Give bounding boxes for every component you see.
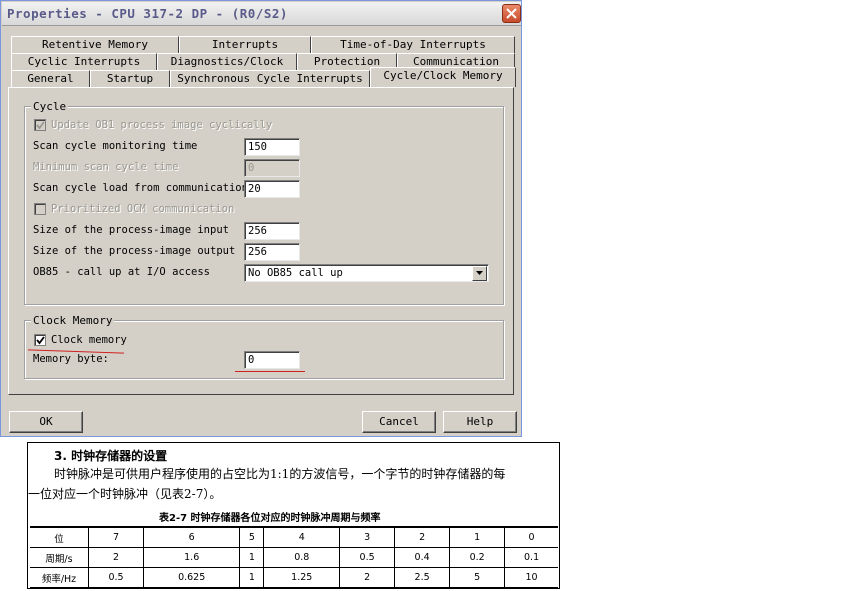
clock-memory-label: Clock memory — [51, 334, 127, 346]
ob85-select-value: No OB85 call up — [248, 267, 343, 279]
dropdown-arrow-button[interactable] — [472, 266, 487, 281]
tab-cycle-clock-memory[interactable]: Cycle/Clock Memory — [370, 67, 516, 87]
tab-panel-cycle-clock-memory: Cycle Update OB1 process image cyclicall… — [8, 87, 514, 395]
scan-monitoring-input[interactable]: 150 — [244, 138, 300, 156]
scan-load-label: Scan cycle load from communication — [33, 182, 248, 194]
table-cell: 5 — [449, 567, 506, 588]
table-cell: 0.5 — [339, 547, 396, 568]
pi-output-label: Size of the process-image output — [33, 245, 236, 257]
tab-diagnostics-clock[interactable]: Diagnostics/Clock — [157, 53, 297, 70]
table-header-cell: 0 — [504, 527, 558, 548]
properties-dialog: Properties - CPU 317-2 DP - (R0/S2) Rete… — [0, 0, 522, 437]
table-cell: 2 — [87, 547, 145, 568]
tab-interrupts[interactable]: Interrupts — [179, 36, 311, 53]
cycle-group-label: Cycle — [31, 100, 69, 113]
table-cell: 0.5 — [87, 567, 145, 588]
table-cell: 0.4 — [394, 547, 451, 568]
red-underline-annotation — [235, 371, 305, 372]
clock-memory-group-label: Clock Memory — [31, 314, 115, 327]
update-ob1-label: Update OB1 process image cyclically — [51, 119, 273, 131]
scan-monitoring-label: Scan cycle monitoring time — [33, 140, 198, 152]
table-header-cell: 7 — [87, 527, 145, 548]
min-scan-input: 0 — [244, 159, 300, 177]
tab-startup[interactable]: Startup — [90, 70, 170, 87]
table-cell: 10 — [504, 567, 558, 588]
section-heading: 3. 时钟存储器的设置 — [54, 449, 168, 463]
checkmark-icon — [36, 121, 45, 130]
close-icon — [506, 8, 517, 19]
tab-retentive-memory[interactable]: Retentive Memory — [11, 36, 179, 53]
table-cell: 0.1 — [504, 547, 558, 568]
paragraph-line-2: 一位对应一个时钟脉冲（见表2-7）。 — [28, 487, 222, 501]
ob85-label: OB85 - call up at I/O access — [33, 266, 211, 278]
update-ob1-checkbox — [34, 119, 46, 131]
cancel-button[interactable]: Cancel — [362, 411, 436, 433]
table-header-cell: 6 — [143, 527, 241, 548]
memory-byte-input[interactable]: 0 — [244, 351, 300, 369]
clock-memory-group: Clock Memory Clock memory Memory byte: 0 — [24, 314, 504, 379]
table-cell: 1 — [239, 567, 265, 588]
book-excerpt: 3. 时钟存储器的设置 时钟脉冲是可供用户程序使用的占空比为1:1的方波信号，一… — [27, 442, 560, 589]
table-row-period: 周期/s 2 1.6 1 0.8 0.5 0.4 0.2 0.1 — [30, 547, 558, 568]
table-header-cell: 位 — [30, 527, 89, 548]
table-header-cell: 3 — [339, 527, 396, 548]
scan-load-input[interactable]: 20 — [244, 180, 300, 198]
prioritized-ocm-label: Prioritized OCM communication — [51, 203, 235, 215]
table-cell: 周期/s — [30, 547, 89, 568]
table-cell: 0.8 — [263, 547, 341, 568]
tab-synchronous-cycle-interrupts[interactable]: Synchronous Cycle Interrupts — [170, 70, 370, 87]
pi-output-field[interactable]: 256 — [244, 243, 300, 261]
table-caption: 表2-7 时钟存储器各位对应的时钟脉冲周期与频率 — [159, 513, 381, 524]
prioritized-ocm-checkbox — [34, 203, 46, 215]
clock-pulse-table: 位 7 6 5 4 3 2 1 0 周期/s 2 1.6 1 0.8 0.5 0… — [30, 526, 558, 589]
help-button[interactable]: Help — [443, 411, 517, 433]
table-header-row: 位 7 6 5 4 3 2 1 0 — [30, 527, 558, 548]
table-cell: 1.6 — [143, 547, 241, 568]
table-header-cell: 5 — [239, 527, 265, 548]
chevron-down-icon — [476, 271, 483, 275]
table-header-cell: 2 — [394, 527, 451, 548]
close-button[interactable] — [502, 4, 521, 23]
ob85-select[interactable]: No OB85 call up — [244, 264, 489, 282]
table-cell: 2.5 — [394, 567, 451, 588]
table-row-frequency: 频率/Hz 0.5 0.625 1 1.25 2 2.5 5 10 — [30, 567, 558, 588]
memory-byte-label: Memory byte: — [33, 353, 109, 365]
pi-input-label: Size of the process-image input — [33, 224, 229, 236]
window-title: Properties - CPU 317-2 DP - (R0/S2) — [7, 6, 288, 21]
checkmark-icon — [36, 336, 45, 345]
tab-general[interactable]: General — [11, 70, 90, 87]
pi-input-field[interactable]: 256 — [244, 222, 300, 240]
cycle-group: Cycle Update OB1 process image cyclicall… — [24, 100, 504, 305]
clock-memory-checkbox[interactable] — [34, 334, 46, 346]
table-header-cell: 1 — [449, 527, 506, 548]
table-cell: 0.625 — [143, 567, 241, 588]
table-cell: 1 — [239, 547, 265, 568]
table-cell: 0.2 — [449, 547, 506, 568]
tab-cyclic-interrupts[interactable]: Cyclic Interrupts — [11, 53, 157, 70]
ok-button[interactable]: OK — [9, 411, 83, 433]
table-cell: 频率/Hz — [30, 567, 89, 588]
table-cell: 1.25 — [263, 567, 341, 588]
title-bar[interactable]: Properties - CPU 317-2 DP - (R0/S2) — [2, 2, 521, 26]
table-header-cell: 4 — [263, 527, 341, 548]
table-cell: 2 — [339, 567, 396, 588]
paragraph-line-1: 时钟脉冲是可供用户程序使用的占空比为1:1的方波信号，一个字节的时钟存储器的每 — [54, 467, 506, 481]
min-scan-label: Minimum scan cycle time — [33, 161, 179, 173]
tab-time-of-day-interrupts[interactable]: Time-of-Day Interrupts — [311, 36, 515, 53]
